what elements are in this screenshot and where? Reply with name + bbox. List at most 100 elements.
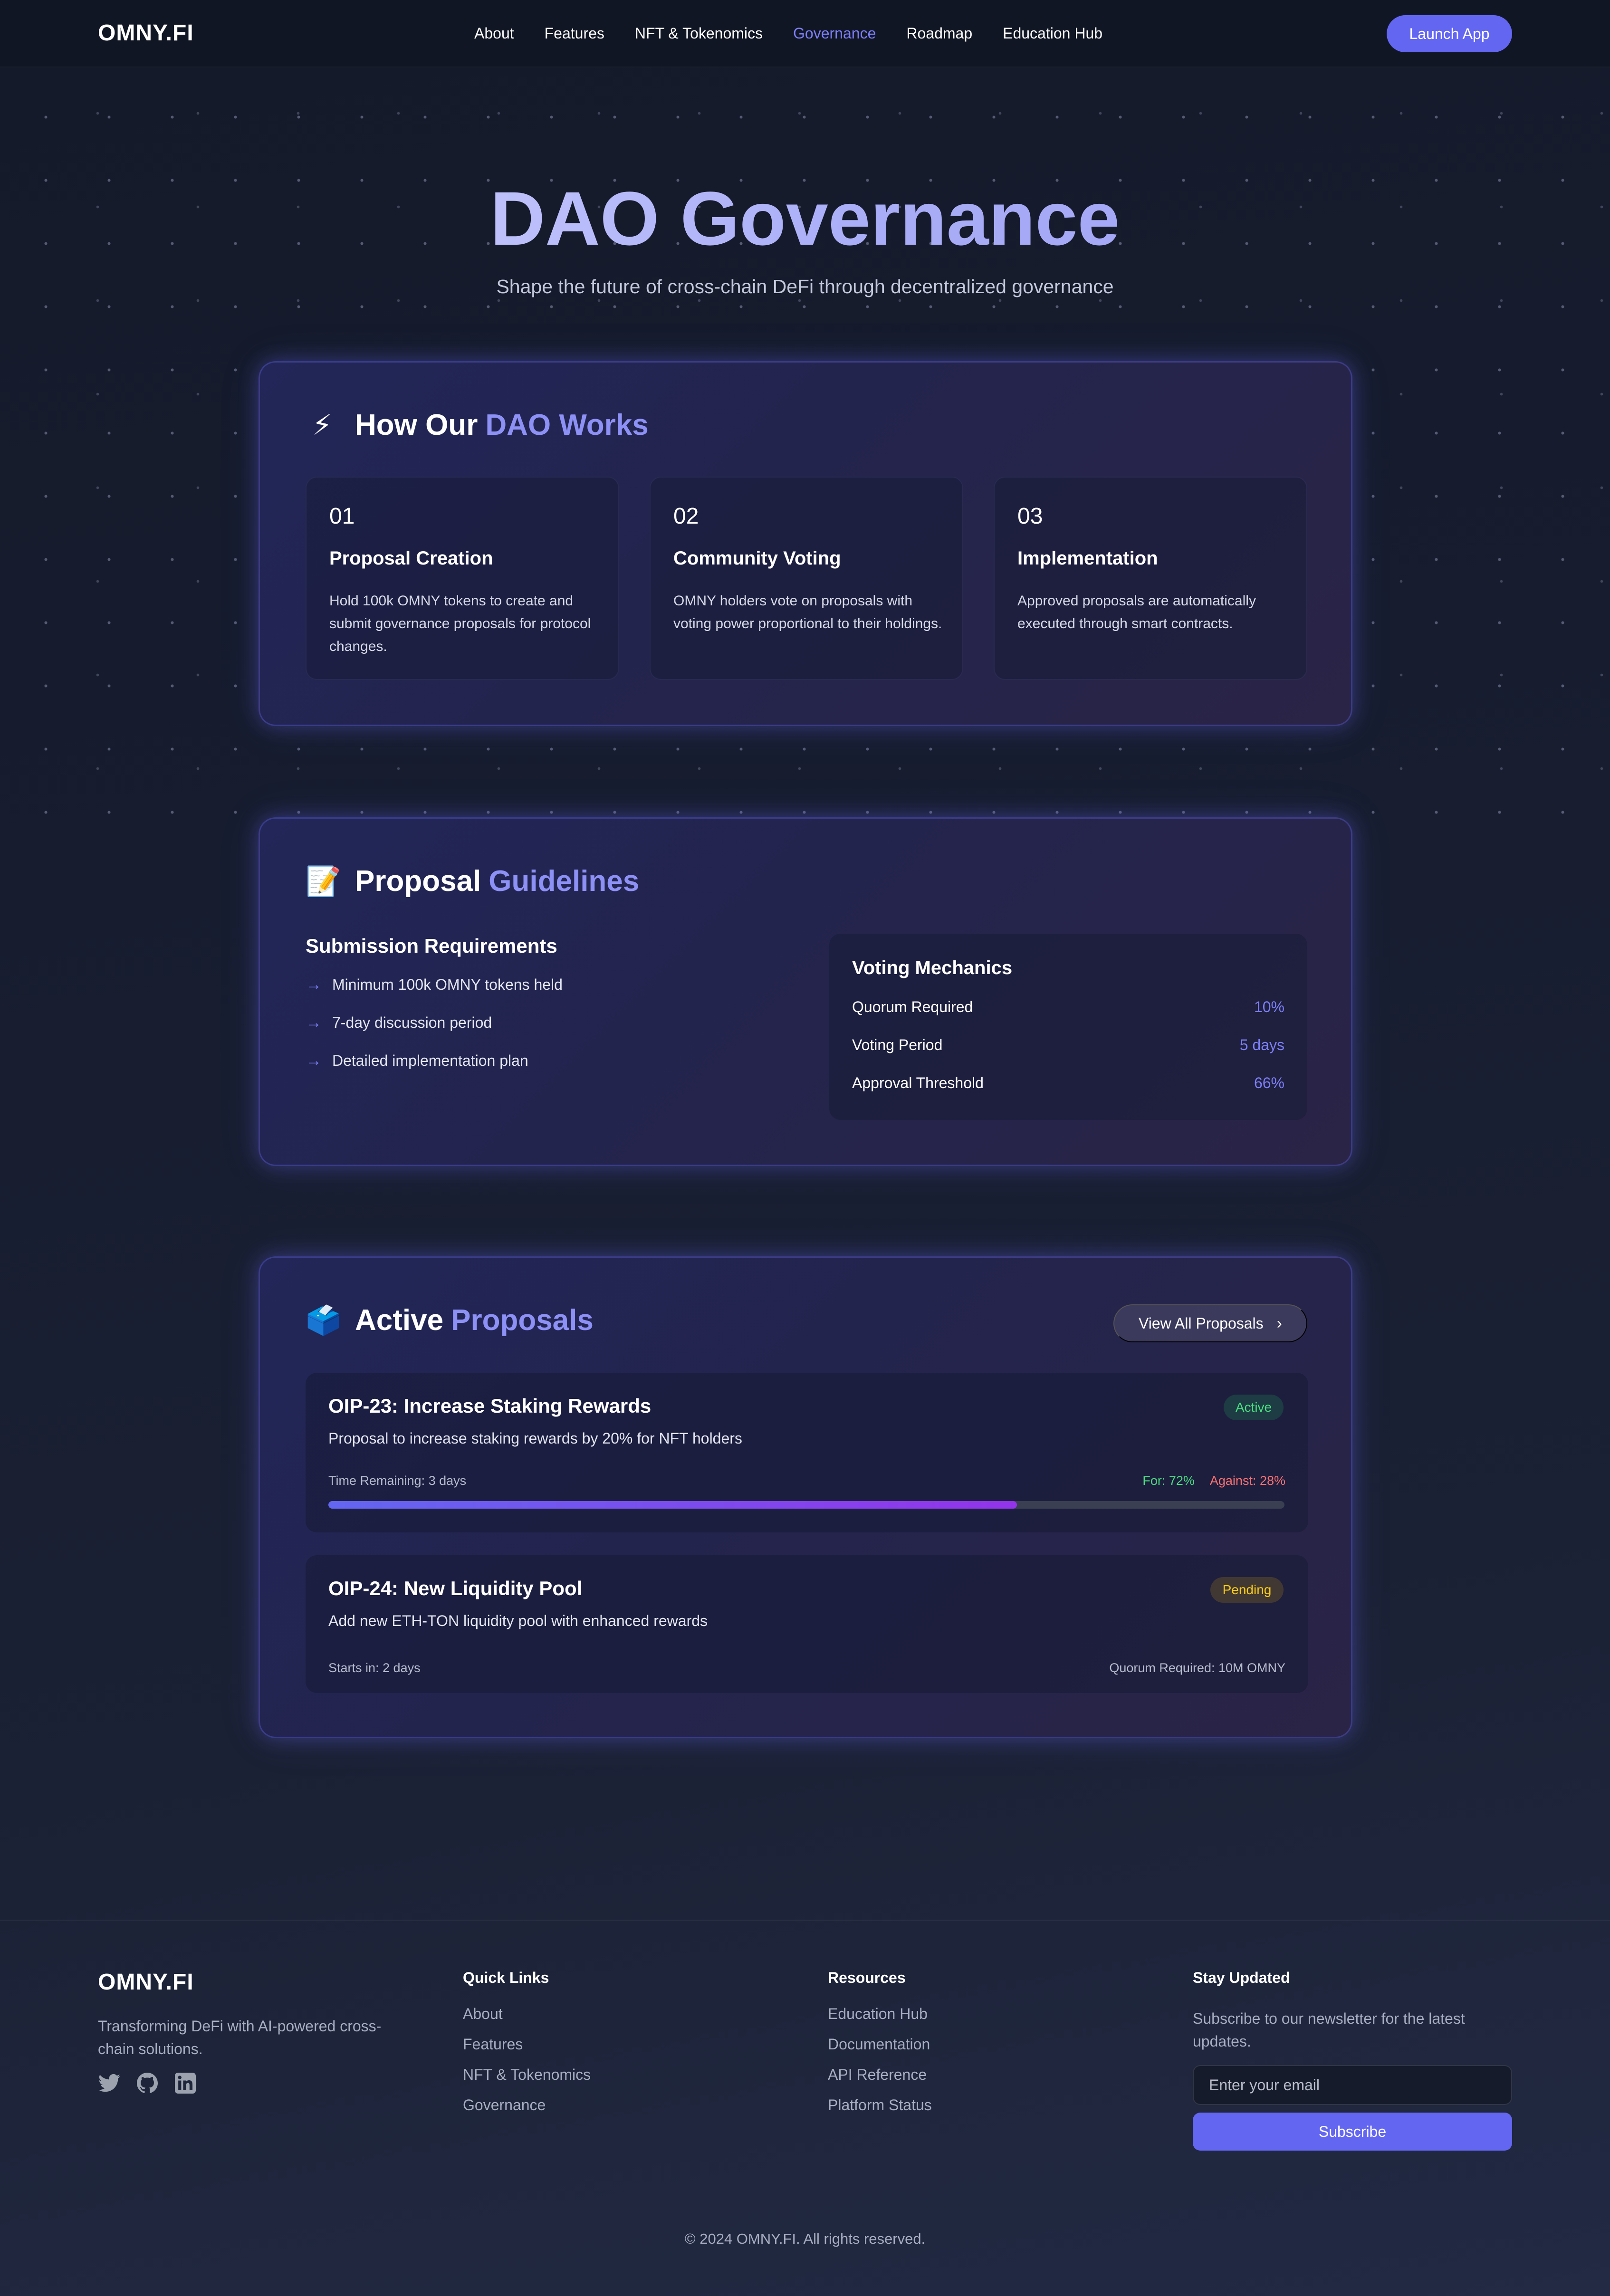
nav-links: About Features NFT & Tokenomics Governan… xyxy=(474,25,1133,42)
subscribe-button[interactable]: Subscribe xyxy=(1193,2113,1512,2151)
top-navbar: OMNY.FI About Features NFT & Tokenomics … xyxy=(0,0,1610,67)
active-proposals-title: 🗳️ Active Proposals xyxy=(306,1303,594,1337)
newsletter-title: Stay Updated xyxy=(1193,1969,1290,1986)
nav-link-education-hub[interactable]: Education Hub xyxy=(1003,25,1102,42)
nav-link-governance[interactable]: Governance xyxy=(793,25,876,42)
requirement-text: Detailed implementation plan xyxy=(332,1052,528,1069)
voting-mechanics-title: Voting Mechanics xyxy=(852,957,1013,978)
requirement-item: → Minimum 100k OMNY tokens held xyxy=(306,976,563,994)
memo-icon: 📝 xyxy=(306,865,341,897)
mechanic-value: 5 days xyxy=(1239,1036,1284,1053)
mechanic-row-approval-threshold: Approval Threshold 66% xyxy=(852,1074,1284,1092)
footer-link-documentation[interactable]: Documentation xyxy=(828,2036,930,2053)
ballot-box-icon: 🗳️ xyxy=(306,1304,341,1336)
mechanic-row-voting-period: Voting Period 5 days xyxy=(852,1036,1284,1054)
arrow-right-icon: → xyxy=(306,976,322,994)
email-field[interactable] xyxy=(1193,2065,1512,2105)
requirement-item: → 7-day discussion period xyxy=(306,1014,492,1032)
time-remaining: Time Remaining: 3 days xyxy=(328,1473,467,1488)
nav-link-roadmap[interactable]: Roadmap xyxy=(906,25,972,42)
how-dao-works-card: ⚡ How Our DAO Works 01 Proposal Creation… xyxy=(259,361,1352,726)
votes-for: For: 72% xyxy=(1142,1473,1195,1488)
title-accent: DAO Works xyxy=(485,409,649,441)
step-title: Proposal Creation xyxy=(329,548,493,569)
status-badge-pending: Pending xyxy=(1210,1577,1284,1603)
voting-mechanics-panel: Voting Mechanics Quorum Required 10% Vot… xyxy=(829,934,1307,1120)
mechanic-label: Voting Period xyxy=(852,1036,943,1053)
step-number: 03 xyxy=(1017,504,1043,529)
view-all-label: View All Proposals xyxy=(1139,1314,1264,1332)
vote-progress-fill xyxy=(328,1501,1017,1509)
page-title: DAO Governance xyxy=(0,175,1610,262)
submission-requirements-heading: Submission Requirements xyxy=(306,935,557,957)
proposal-title: OIP-24: New Liquidity Pool xyxy=(328,1577,583,1599)
lightning-icon: ⚡ xyxy=(312,409,333,441)
title-plain: How Our xyxy=(355,409,478,441)
newsletter-text: Subscribe to our newsletter for the late… xyxy=(1193,2010,1465,2050)
arrow-right-icon: → xyxy=(306,1052,322,1070)
active-proposals-card: 🗳️ Active Proposals View All Proposals ›… xyxy=(259,1256,1352,1738)
mechanic-row-quorum: Quorum Required 10% xyxy=(852,998,1284,1016)
step-title: Implementation xyxy=(1017,548,1158,569)
footer-link-features[interactable]: Features xyxy=(463,2036,523,2053)
proposal-description: Proposal to increase staking rewards by … xyxy=(328,1430,742,1447)
social-links xyxy=(98,2072,197,2095)
title-plain: Active xyxy=(355,1304,444,1337)
proposal-description: Add new ETH-TON liquidity pool with enha… xyxy=(328,1612,708,1629)
nav-link-nft-tokenomics[interactable]: NFT & Tokenomics xyxy=(635,25,763,42)
proposal-title: OIP-23: Increase Staking Rewards xyxy=(328,1395,652,1417)
resources-title: Resources xyxy=(828,1969,906,1986)
copyright-text: © 2024 OMNY.FI. All rights reserved. xyxy=(684,2230,926,2247)
launch-app-button[interactable]: Launch App xyxy=(1387,15,1512,52)
step-card-proposal-creation: 01 Proposal Creation Hold 100k OMNY toke… xyxy=(306,477,619,680)
mechanic-value: 66% xyxy=(1254,1074,1284,1091)
mechanic-label: Approval Threshold xyxy=(852,1074,984,1091)
step-card-community-voting: 02 Community Voting OMNY holders vote on… xyxy=(650,477,963,680)
brand-logo[interactable]: OMNY.FI xyxy=(98,20,194,46)
footer-link-about[interactable]: About xyxy=(463,2005,503,2023)
linkedin-icon[interactable] xyxy=(174,2072,197,2095)
footer-tagline: Transforming DeFi with AI-powered cross-… xyxy=(98,2018,382,2057)
step-description: OMNY holders vote on proposals with voti… xyxy=(673,593,942,631)
mechanic-label: Quorum Required xyxy=(852,998,973,1015)
title-accent: Guidelines xyxy=(489,865,640,898)
status-badge-active: Active xyxy=(1224,1395,1284,1420)
footer-logo[interactable]: OMNY.FI xyxy=(98,1969,194,1995)
proposal-guidelines-title: 📝 Proposal Guidelines xyxy=(306,864,639,898)
title-accent: Proposals xyxy=(451,1304,594,1337)
proposal-card-oip-24[interactable]: OIP-24: New Liquidity Pool Pending Add n… xyxy=(306,1555,1308,1693)
how-dao-works-title: ⚡ How Our DAO Works xyxy=(306,408,649,442)
mechanic-value: 10% xyxy=(1254,998,1284,1015)
vote-progress-track xyxy=(328,1501,1284,1509)
footer-link-education-hub[interactable]: Education Hub xyxy=(828,2005,928,2023)
step-title: Community Voting xyxy=(673,548,841,569)
arrow-right-icon: → xyxy=(306,1014,322,1032)
step-description: Hold 100k OMNY tokens to create and subm… xyxy=(329,593,591,654)
step-number: 02 xyxy=(673,504,699,529)
footer-link-governance[interactable]: Governance xyxy=(463,2096,546,2114)
step-card-implementation: 03 Implementation Approved proposals are… xyxy=(994,477,1307,680)
quorum-required: Quorum Required: 10M OMNY xyxy=(1109,1661,1285,1675)
requirement-item: → Detailed implementation plan xyxy=(306,1052,528,1070)
proposal-guidelines-card: 📝 Proposal Guidelines Submission Require… xyxy=(259,817,1352,1166)
view-all-proposals-button[interactable]: View All Proposals › xyxy=(1113,1304,1307,1342)
title-plain: Proposal xyxy=(355,865,481,898)
nav-link-features[interactable]: Features xyxy=(545,25,604,42)
step-description: Approved proposals are automatically exe… xyxy=(1017,593,1256,631)
footer-link-platform-status[interactable]: Platform Status xyxy=(828,2096,932,2114)
footer-link-nft-tokenomics[interactable]: NFT & Tokenomics xyxy=(463,2066,591,2084)
twitter-icon[interactable] xyxy=(98,2072,121,2095)
requirement-text: 7-day discussion period xyxy=(332,1014,492,1031)
votes-against: Against: 28% xyxy=(1209,1473,1285,1488)
requirement-text: Minimum 100k OMNY tokens held xyxy=(332,976,563,993)
proposal-card-oip-23[interactable]: OIP-23: Increase Staking Rewards Active … xyxy=(306,1373,1308,1532)
chevron-right-icon: › xyxy=(1276,1314,1282,1332)
quick-links-title: Quick Links xyxy=(463,1969,549,1986)
starts-in: Starts in: 2 days xyxy=(328,1661,421,1675)
footer-divider xyxy=(0,1920,1610,1921)
github-icon[interactable] xyxy=(136,2072,159,2095)
footer-link-api-reference[interactable]: API Reference xyxy=(828,2066,927,2084)
page-subtitle: Shape the future of cross-chain DeFi thr… xyxy=(496,276,1114,297)
step-number: 01 xyxy=(329,504,355,529)
nav-link-about[interactable]: About xyxy=(474,25,514,42)
